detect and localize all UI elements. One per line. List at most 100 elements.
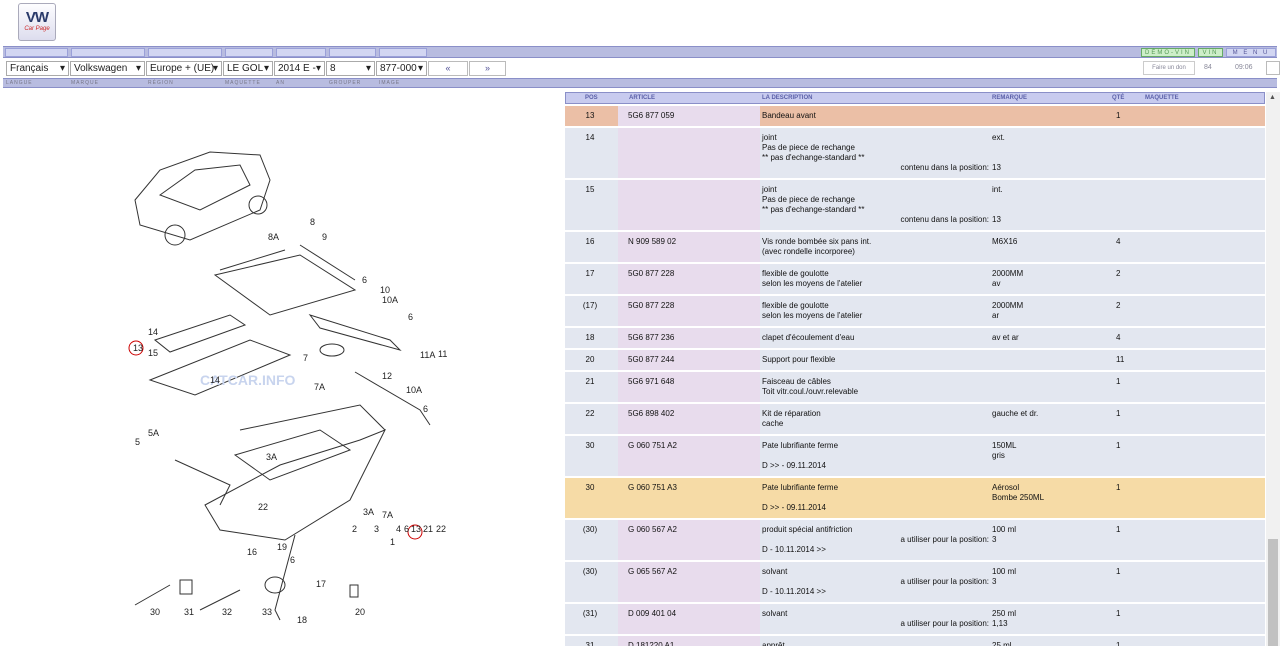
table-row[interactable]: 31D 181220 A11apprêt25 mla utiliser pour… — [565, 636, 1265, 646]
table-row[interactable]: 15 joint int. Pas de piece de rechange ** pa… — [565, 180, 1265, 230]
table-row[interactable]: 22 5G6 898 402 1 Kit de réparation gauche et… — [565, 404, 1265, 434]
diagram-callout[interactable]: 21 — [423, 524, 433, 534]
donate-button[interactable]: Faire un don — [1143, 61, 1195, 75]
qty-cell: 1 — [1116, 567, 1121, 576]
diagram-callout[interactable]: 22 — [436, 524, 446, 534]
diagram-callout[interactable]: 6 — [362, 275, 367, 285]
diagram-callout[interactable]: 14 — [148, 327, 158, 337]
header-pos: POS — [585, 95, 598, 101]
article-cell[interactable]: N 909 589 02 — [628, 237, 676, 247]
table-row[interactable]: 30 G 060 751 A3 1 Pate lubrifiante ferme Aér… — [565, 478, 1265, 518]
article-cell[interactable]: G 060 751 A3 — [628, 483, 677, 493]
an-select[interactable]: 2014 E - — [274, 61, 325, 76]
marque-select[interactable]: Volkswagen — [70, 61, 145, 76]
diagram-callout[interactable]: 9 — [322, 232, 327, 242]
table-row[interactable]: 13 5G6 877 059 1 Bandeau avant — [565, 106, 1265, 126]
vw-logo[interactable]: VW Car Page — [18, 3, 56, 41]
diagram-callout[interactable]: 32 — [222, 607, 232, 617]
article-cell[interactable]: G 065 567 A2 — [628, 567, 677, 577]
region-select[interactable]: Europe + (UE) — [146, 61, 222, 76]
diagram-callout[interactable]: 13 — [411, 524, 421, 534]
diagram-callout[interactable]: 12 — [382, 371, 392, 381]
article-cell[interactable]: 5G0 877 228 — [628, 269, 674, 279]
table-row[interactable]: (31) D 009 401 04 1 solvant 250 ml a utiliser… — [565, 604, 1265, 634]
article-cell[interactable]: 5G6 877 059 — [628, 111, 674, 121]
article-cell[interactable]: 5G6 971 648 — [628, 377, 674, 387]
prev-button[interactable]: « — [428, 61, 468, 76]
time: 09:06 — [1235, 64, 1253, 71]
article-cell[interactable]: G 060 567 A2 — [628, 525, 677, 535]
article-cell[interactable]: 5G0 877 244 — [628, 355, 674, 365]
diagram-callout[interactable]: 33 — [262, 607, 272, 617]
parts-diagram[interactable]: CATCAR.INFO 88A 961010A61413 15 7 11A 1112147… — [100, 140, 480, 640]
diagram-callout[interactable]: 10A — [382, 295, 398, 305]
diagram-callout[interactable]: 8 — [310, 217, 315, 227]
description-text: clapet d'écoulement d'eau — [762, 333, 855, 342]
diagram-callout[interactable]: 15 — [148, 348, 158, 358]
article-cell[interactable]: D 181220 A1 — [628, 641, 674, 646]
diagram-callout[interactable]: 7A — [314, 382, 325, 392]
maquette-select[interactable]: LE GOL — [223, 61, 273, 76]
image-select[interactable]: 877-000 — [376, 61, 427, 76]
table-row[interactable]: 18 5G6 877 236 4 clapet d'écoulement d'eau a… — [565, 328, 1265, 348]
diagram-callout[interactable]: 20 — [355, 607, 365, 617]
glass-panel — [213, 254, 357, 316]
table-row[interactable]: (30) G 065 567 A2 1 solvant 100 ml a utiliser… — [565, 562, 1265, 602]
diagram-callout[interactable]: 7 — [303, 353, 308, 363]
diagram-callout[interactable]: 22 — [258, 502, 268, 512]
diagram-callout[interactable]: 5 — [135, 437, 140, 447]
remark-text: 2000MM — [992, 269, 1024, 278]
next-button[interactable]: » — [469, 61, 506, 76]
diagram-callout[interactable]: 4 — [396, 524, 401, 534]
diagram-callout[interactable]: 17 — [316, 579, 326, 589]
table-row[interactable]: 14 joint ext. Pas de piece de rechange ** pa… — [565, 128, 1265, 178]
article-cell[interactable]: 5G6 877 236 — [628, 333, 674, 343]
scroll-thumb[interactable] — [1268, 539, 1278, 646]
pos-cell: 30 — [585, 483, 595, 492]
toolbar-slot — [329, 48, 376, 57]
article-cell[interactable]: 5G6 898 402 — [628, 409, 674, 419]
diagram-callout[interactable]: 16 — [247, 547, 257, 557]
menu-button[interactable]: M E N U — [1226, 48, 1276, 57]
article-cell[interactable]: G 060 751 A2 — [628, 441, 677, 451]
table-row[interactable]: 21 5G6 971 648 1 Faisceau de câbles Toit vit… — [565, 372, 1265, 402]
checkbox[interactable] — [1266, 61, 1280, 75]
table-row[interactable]: (30) G 060 567 A2 1 produit spécial antifri… — [565, 520, 1265, 560]
diagram-callout[interactable]: 3A — [266, 452, 277, 462]
diagram-callout[interactable]: 3A — [363, 507, 374, 517]
diagram-callout[interactable]: 30 — [150, 607, 160, 617]
table-row[interactable]: 30 G 060 751 A2 1 Pate lubrifiante ferme 150… — [565, 436, 1265, 476]
diagram-callout[interactable]: 10A — [406, 385, 422, 395]
table-row[interactable]: (17) 5G0 877 228 2 flexible de goulotte 2000… — [565, 296, 1265, 326]
diagram-callout[interactable]: 3 — [374, 524, 379, 534]
diagram-callout[interactable]: 19 — [277, 542, 287, 552]
table-row[interactable]: 20 5G0 877 244 11 Support pour flexible — [565, 350, 1265, 370]
article-cell[interactable]: D 009 401 04 — [628, 609, 676, 619]
diagram-callout[interactable]: 14 — [210, 375, 220, 385]
diagram-callout[interactable]: 11A — [420, 350, 435, 360]
demo-vin-button[interactable]: DÉMO-VIN — [1141, 48, 1195, 57]
scrollbar[interactable]: ▲ — [1266, 92, 1280, 646]
diagram-callout[interactable]: 11 — [438, 349, 447, 359]
diagram-callout[interactable]: 6 — [404, 524, 409, 534]
table-row[interactable]: 17 5G0 877 228 2 flexible de goulotte 2000MM… — [565, 264, 1265, 294]
article-cell[interactable]: 5G0 877 228 — [628, 301, 674, 311]
diagram-callout[interactable]: 13 — [133, 343, 143, 353]
diagram-callout[interactable]: 2 — [352, 524, 357, 534]
table-row[interactable]: 16 N 909 589 02 4 Vis ronde bombée six pans… — [565, 232, 1265, 262]
diagram-callout[interactable]: 10 — [380, 285, 390, 295]
diagram-callout[interactable]: 1 — [390, 537, 395, 547]
langue-select[interactable]: Français — [6, 61, 69, 76]
diagram-callout[interactable]: 7A — [382, 510, 393, 520]
diagram-callout[interactable]: 31 — [184, 607, 194, 617]
pos-cell: (30) — [582, 525, 598, 534]
diagram-callout[interactable]: 5A — [148, 428, 159, 438]
grouper-select[interactable]: 8 — [326, 61, 375, 76]
diagram-callout[interactable]: 6 — [423, 404, 428, 414]
scroll-up-icon[interactable]: ▲ — [1269, 94, 1276, 101]
diagram-callout[interactable]: 8A — [268, 232, 279, 242]
diagram-callout[interactable]: 18 — [297, 615, 307, 625]
diagram-callout[interactable]: 6 — [408, 312, 413, 322]
vin-button[interactable]: VIN — [1198, 48, 1223, 57]
diagram-callout[interactable]: 6 — [290, 555, 295, 565]
